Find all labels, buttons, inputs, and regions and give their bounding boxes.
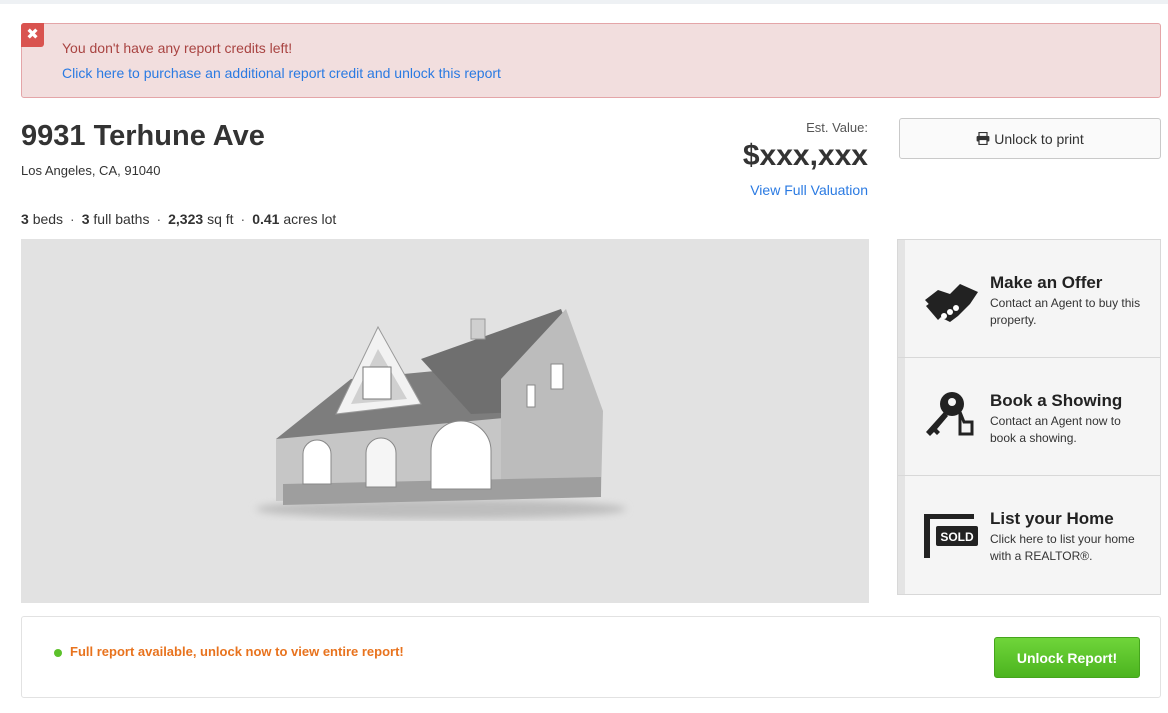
list-home-card[interactable]: SOLD List your Home Click here to list y… (898, 476, 1160, 594)
house-illustration (256, 309, 626, 519)
unlock-to-print-button[interactable]: Unlock to print (899, 118, 1161, 159)
card-tab (898, 358, 905, 475)
alert-message: You don't have any report credits left! (62, 40, 293, 56)
make-offer-card[interactable]: Make an Offer Contact an Agent to buy th… (898, 240, 1160, 358)
card-title: Book a Showing (990, 391, 1123, 410)
action-panel: Make an Offer Contact an Agent to buy th… (897, 239, 1161, 595)
beds-count: 3 (21, 211, 29, 227)
fact-separator: · (70, 211, 75, 227)
sold-sign-icon: SOLD (924, 514, 978, 558)
card-description: Contact an Agent now to book a showing. (990, 414, 1121, 445)
unlock-bar: Full report available, unlock now to vie… (21, 616, 1161, 698)
property-city: Los Angeles, CA, 91040 (21, 163, 161, 178)
sold-text: SOLD (940, 530, 974, 544)
est-value: $xxx,xxx (742, 139, 868, 172)
sqft-label: sq ft (207, 211, 234, 227)
card-title: Make an Offer (990, 273, 1103, 292)
card-description: Contact an Agent to buy this property. (990, 296, 1141, 327)
unlock-message: Full report available, unlock now to vie… (70, 644, 404, 659)
est-value-label: Est. Value: (806, 120, 868, 135)
top-strip (0, 0, 1168, 4)
lot-size: 0.41 (252, 211, 280, 227)
property-address: 9931 Terhune Ave (21, 120, 265, 152)
property-photo (21, 239, 869, 603)
sqft-count: 2,323 (168, 211, 204, 227)
keys-icon (926, 392, 974, 436)
lot-label: acres lot (283, 211, 337, 227)
close-icon[interactable]: ✖ (21, 23, 44, 47)
unlock-to-print-label: Unlock to print (994, 130, 1084, 147)
view-valuation-link[interactable]: View Full Valuation (750, 182, 868, 198)
fact-separator: · (156, 211, 162, 227)
beds-label: beds (32, 211, 64, 227)
card-description: Click here to list your home with a REAL… (990, 532, 1135, 563)
book-showing-card[interactable]: Book a Showing Contact an Agent now to b… (898, 358, 1160, 476)
baths-label: full baths (93, 211, 150, 227)
property-facts: 3 beds · 3 full baths · 2,323 sq ft · 0.41 acr… (21, 211, 336, 227)
purchase-credit-link[interactable]: Click here to purchase an additional rep… (62, 65, 501, 81)
card-title: List your Home (990, 509, 1114, 528)
baths-count: 3 (81, 211, 90, 227)
fact-separator: · (240, 211, 246, 227)
printer-icon (976, 132, 990, 145)
unlock-report-button[interactable]: Unlock Report! (994, 637, 1140, 678)
card-tab (898, 240, 905, 357)
status-dot (54, 649, 62, 657)
handshake-icon (925, 284, 978, 322)
card-tab (898, 476, 905, 594)
credit-alert: ✖ You don't have any report credits left… (21, 23, 1161, 98)
